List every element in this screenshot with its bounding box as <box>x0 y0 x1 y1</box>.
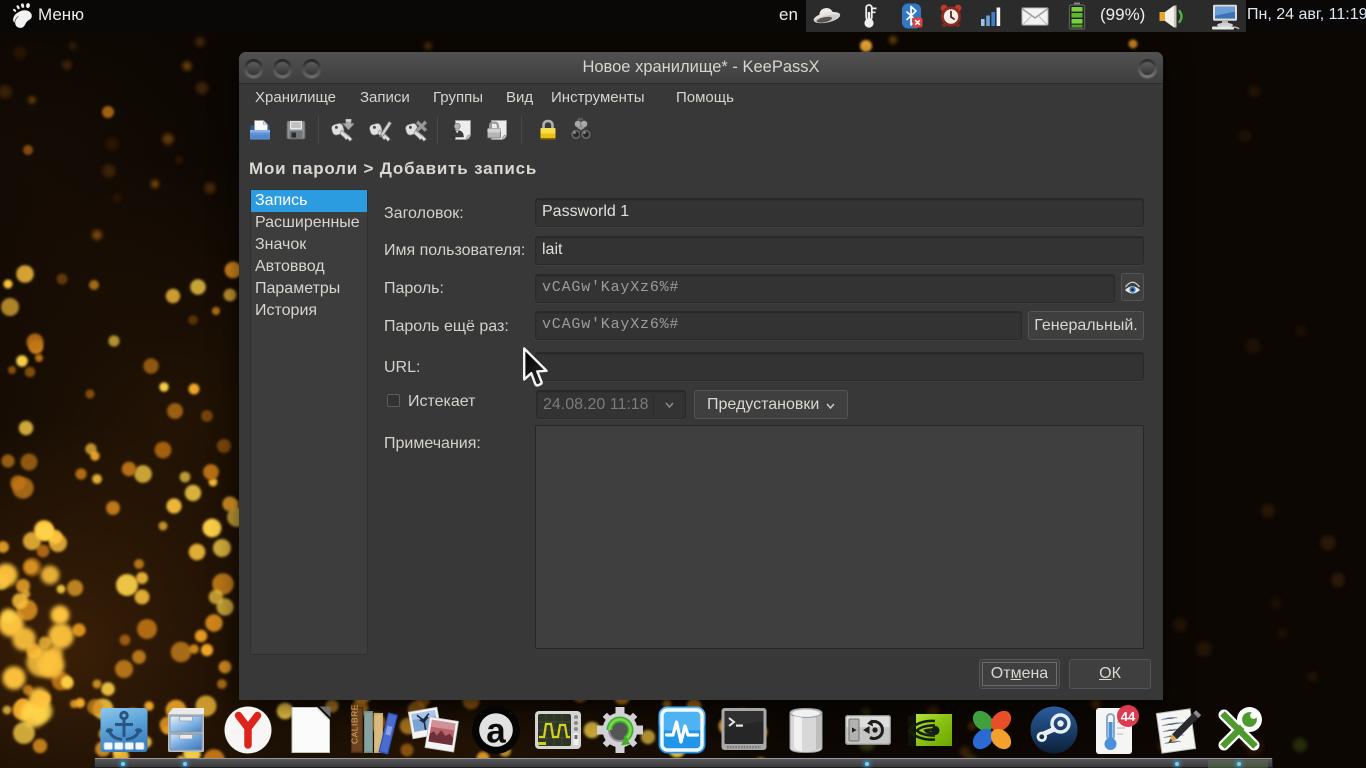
svg-text:44: 44 <box>1121 709 1136 724</box>
svg-text:CALIBRE: CALIBRE <box>350 704 360 744</box>
svg-text:a: a <box>486 712 506 751</box>
